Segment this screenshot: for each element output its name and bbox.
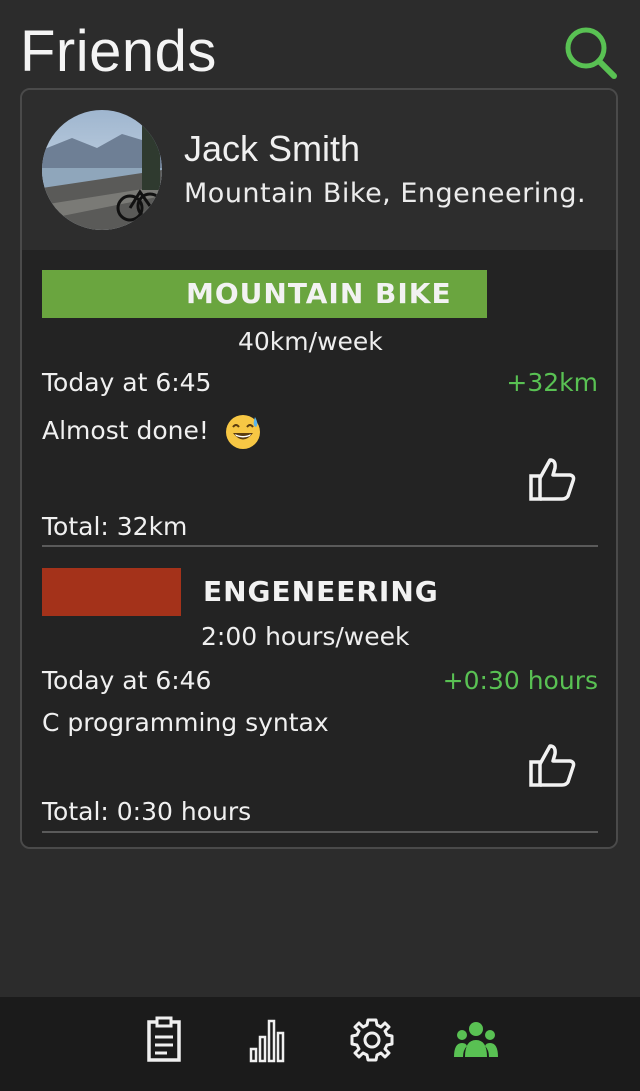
activity-feed: MOUNTAIN BIKE 40km/week Today at 6:45 +3… [22, 250, 616, 847]
activity-title: MOUNTAIN BIKE [186, 277, 452, 310]
friend-interests: Mountain Bike, Engeneering. [184, 178, 587, 209]
activity-note: Almost done! [42, 414, 261, 450]
activity-total: Total: 0:30 hours [42, 797, 252, 826]
thumbs-up-icon [529, 744, 576, 787]
activity-color-bar [42, 568, 181, 616]
thumbs-up-icon [529, 458, 576, 501]
activity-note: C programming syntax [42, 708, 329, 737]
grinning-face-with-sweat-icon [225, 415, 260, 449]
search-icon [565, 27, 617, 79]
nav-journal-button[interactable] [139, 1015, 189, 1065]
page-title: Friends [20, 19, 217, 84]
activity-item: ENGENEERING 2:00 hours/week Today at 6:4… [42, 568, 598, 844]
friend-name: Jack Smith [184, 128, 361, 169]
nav-settings-button[interactable] [347, 1015, 397, 1065]
friend-card: Jack Smith Mountain Bike, Engeneering. M… [20, 88, 618, 849]
avatar [42, 110, 162, 230]
activity-time: Today at 6:45 [42, 368, 212, 397]
nav-friends-button[interactable] [451, 1015, 501, 1065]
like-button[interactable] [528, 742, 578, 788]
activity-time: Today at 6:46 [42, 666, 212, 695]
activity-item: MOUNTAIN BIKE 40km/week Today at 6:45 +3… [42, 270, 598, 547]
activity-goal: 2:00 hours/week [201, 622, 410, 651]
activity-note-text: Almost done! [42, 416, 209, 445]
bar-chart-icon [249, 1019, 285, 1063]
activity-delta: +0:30 hours [442, 666, 598, 695]
activity-delta: +32km [506, 368, 598, 397]
friend-profile[interactable]: Jack Smith Mountain Bike, Engeneering. [22, 90, 616, 250]
like-button[interactable] [528, 456, 578, 502]
clipboard-icon [147, 1016, 181, 1062]
activity-total: Total: 32km [42, 512, 188, 541]
settings-icon [350, 1018, 394, 1062]
divider [42, 545, 598, 547]
activity-goal: 40km/week [238, 327, 383, 356]
search-button[interactable] [562, 24, 618, 80]
divider [42, 831, 598, 833]
friends-icon [454, 1022, 498, 1057]
activity-title: ENGENEERING [203, 575, 439, 608]
nav-stats-button[interactable] [243, 1015, 293, 1065]
bottom-navigation [0, 997, 640, 1091]
